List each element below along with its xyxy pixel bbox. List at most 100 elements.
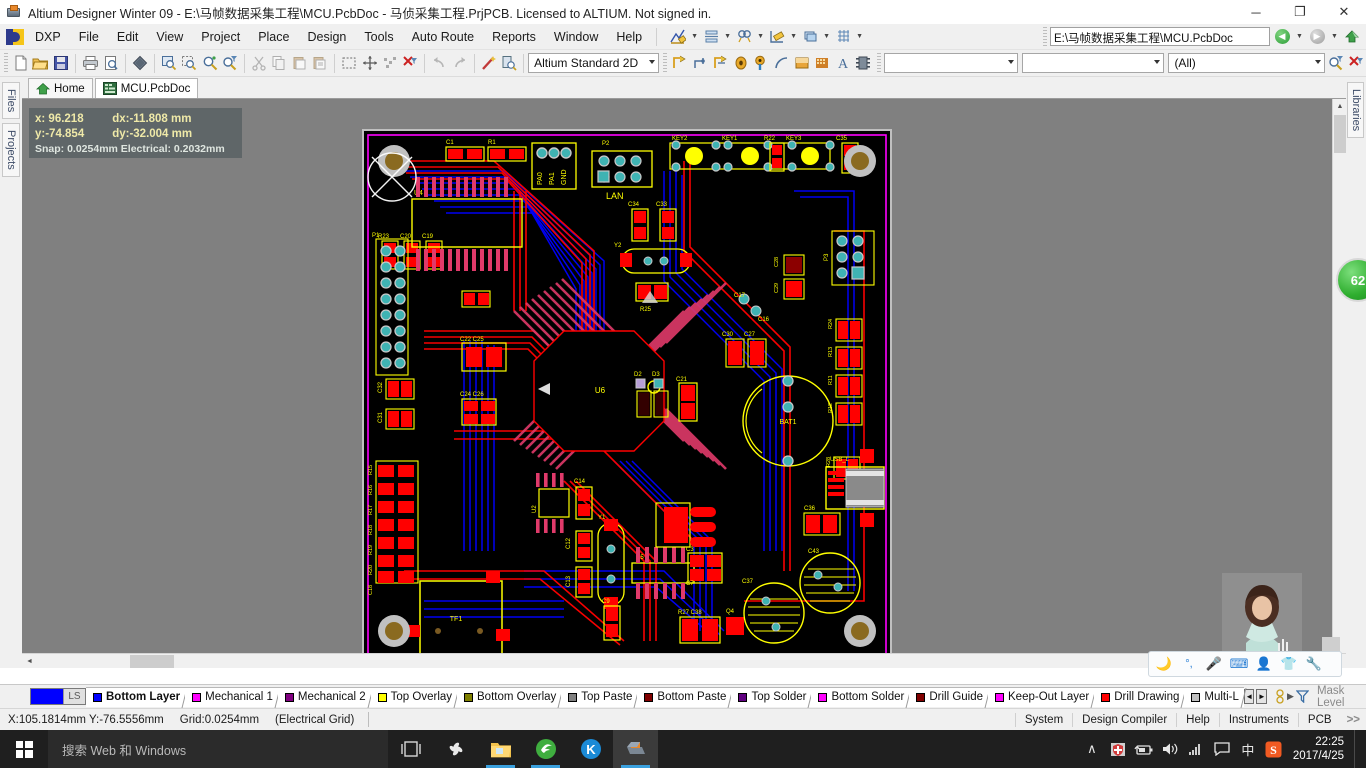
redo-icon[interactable] — [449, 52, 469, 75]
layer-tab-top-paste[interactable]: Top Paste — [561, 686, 646, 708]
chevron-down-icon[interactable]: ▼ — [689, 27, 700, 47]
layer-tab-mechanical-2[interactable]: Mechanical 2 — [277, 686, 380, 708]
clear-filter-icon[interactable] — [1346, 52, 1366, 75]
menu-tools[interactable]: Tools — [355, 27, 402, 47]
layer-color-button[interactable]: LS — [30, 688, 86, 705]
layer-tab-multi-l[interactable]: Multi-L — [1184, 686, 1253, 708]
maximize-button[interactable]: ❐ — [1278, 0, 1322, 24]
wrench-icon[interactable]: 🔧 — [1302, 653, 1326, 675]
filter-combo-1[interactable] — [883, 53, 1019, 73]
zoom-fit-icon[interactable] — [159, 52, 179, 75]
single-layer-mode-icon[interactable] — [1275, 688, 1285, 705]
layer-tab-top-solder[interactable]: Top Solder — [731, 686, 820, 708]
vscroll-thumb[interactable] — [1334, 115, 1346, 153]
menu-edit[interactable]: Edit — [108, 27, 148, 47]
tab-mcu-pcbdoc[interactable]: MCU.PcbDoc — [94, 78, 199, 98]
chevron-down-icon[interactable]: ▼ — [722, 27, 733, 47]
zoom-area-icon[interactable] — [179, 52, 199, 75]
altium-designer-icon[interactable] — [613, 730, 658, 768]
hscroll-thumb[interactable] — [130, 655, 174, 668]
panel-button-instruments[interactable]: Instruments — [1218, 712, 1298, 727]
align-icon[interactable] — [701, 27, 721, 47]
layer-ls-label[interactable]: LS — [63, 689, 85, 704]
layer-tab-bottom-layer[interactable]: Bottom Layer — [86, 686, 194, 708]
zoom-in-icon[interactable] — [200, 52, 220, 75]
menu-file[interactable]: File — [70, 27, 108, 47]
layer-tab-drill-guide[interactable]: Drill Guide — [909, 686, 997, 708]
layer-tab-top-overlay[interactable]: Top Overlay — [370, 686, 466, 708]
close-button[interactable]: ✕ — [1322, 0, 1366, 24]
scroll-left-button[interactable]: ◄ — [22, 654, 37, 669]
grid-icon[interactable] — [833, 27, 853, 47]
sidebar-tab-projects[interactable]: Projects — [2, 123, 20, 177]
user-icon[interactable]: 👤 — [1252, 653, 1276, 675]
chevron-down-icon[interactable]: ▼ — [755, 27, 766, 47]
paste-special-icon[interactable] — [310, 52, 330, 75]
panel-button-help[interactable]: Help — [1176, 712, 1219, 727]
deselect-icon[interactable] — [380, 52, 400, 75]
place-pad-icon[interactable] — [731, 52, 751, 75]
panel-button-more[interactable]: >> — [1341, 713, 1366, 727]
keyboard-icon[interactable]: ⌨ — [1227, 653, 1251, 675]
battery-icon[interactable] — [1131, 730, 1157, 768]
print-icon[interactable] — [80, 52, 100, 75]
action-center-icon[interactable] — [1209, 730, 1235, 768]
mask-filter-icon[interactable] — [1295, 690, 1309, 703]
layer-tab-bottom-overlay[interactable]: Bottom Overlay — [457, 686, 570, 708]
taskbar-search-input[interactable]: 搜索 Web 和 Windows — [48, 730, 388, 768]
place-net-icon[interactable] — [690, 52, 710, 75]
tray-expand-icon[interactable]: ∧ — [1079, 730, 1105, 768]
canvas-vertical-scrollbar[interactable]: ▲ ▼ — [1332, 99, 1346, 668]
nav-forward-button[interactable]: ▶ — [1305, 26, 1329, 48]
menu-auto-route[interactable]: Auto Route — [403, 27, 484, 47]
place-arc-icon[interactable] — [771, 52, 791, 75]
pcb-board[interactable]: U6 C1 R1 PA0 PA1 GND P2 LAN KEY2 KEY1 KE… — [362, 129, 892, 662]
layer-tab-bottom-solder[interactable]: Bottom Solder — [811, 686, 918, 708]
panel-button-pcb[interactable]: PCB — [1297, 712, 1341, 727]
move-icon[interactable] — [359, 52, 379, 75]
wand-icon[interactable] — [479, 52, 499, 75]
place-string-icon[interactable]: A — [832, 52, 852, 75]
select-area-icon[interactable] — [339, 52, 359, 75]
measure-icon[interactable] — [767, 27, 787, 47]
copy-icon[interactable] — [269, 52, 289, 75]
toolbar-grip[interactable] — [663, 53, 667, 73]
volume-icon[interactable] — [1157, 730, 1183, 768]
document-path-field[interactable]: E:\马帧数据采集工程\MCU.PcbDoc — [1050, 27, 1270, 46]
board-icon[interactable] — [130, 52, 150, 75]
zoom-filter-icon[interactable] — [220, 52, 240, 75]
apply-filter-icon[interactable] — [1325, 52, 1345, 75]
place-via-icon[interactable] — [751, 52, 771, 75]
toolbar-grip[interactable] — [4, 53, 8, 73]
filter-combo-2[interactable] — [1022, 53, 1165, 73]
chevron-down-icon[interactable]: ▼ — [854, 27, 865, 47]
security-icon[interactable] — [1105, 730, 1131, 768]
sidebar-tab-files[interactable]: Files — [2, 82, 20, 120]
chevron-down-icon[interactable]: ▼ — [788, 27, 799, 47]
filter-scope-combo[interactable]: (All) — [1168, 53, 1326, 73]
minimize-button[interactable]: ─ — [1234, 0, 1278, 24]
tab-home[interactable]: Home — [28, 78, 93, 98]
degree-icon[interactable]: °, — [1177, 653, 1201, 675]
toolbar-grip[interactable] — [876, 53, 881, 73]
menu-window[interactable]: Window — [545, 27, 607, 47]
menu-help[interactable]: Help — [607, 27, 651, 47]
place-fill-icon[interactable] — [792, 52, 812, 75]
sogou-ime-toolbar[interactable]: 🌙 °, 🎤 ⌨ 👤 👕 🔧 — [1148, 651, 1342, 677]
panel-button-design-compiler[interactable]: Design Compiler — [1072, 712, 1176, 727]
layer-tab-keep-out-layer[interactable]: Keep-Out Layer — [988, 686, 1103, 708]
chevron-down-icon[interactable]: ▼ — [1294, 27, 1305, 47]
pan-play-icon[interactable]: ▶ — [1287, 691, 1294, 702]
place-track-icon[interactable] — [670, 52, 690, 75]
mask-level-button[interactable]: Mask Level — [1311, 684, 1361, 710]
chevron-down-icon[interactable]: ▼ — [821, 27, 832, 47]
windows-start-icon[interactable] — [0, 730, 48, 768]
moon-icon[interactable]: 🌙 — [1152, 653, 1176, 675]
menu-place[interactable]: Place — [249, 27, 298, 47]
new-document-icon[interactable] — [11, 52, 31, 75]
microphone-icon[interactable]: 🎤 — [1202, 653, 1226, 675]
kugou-icon[interactable]: K — [568, 730, 613, 768]
sidebar-tab-libraries[interactable]: Libraries — [1347, 82, 1364, 139]
menu-view[interactable]: View — [147, 27, 192, 47]
print-preview-icon[interactable] — [101, 52, 121, 75]
